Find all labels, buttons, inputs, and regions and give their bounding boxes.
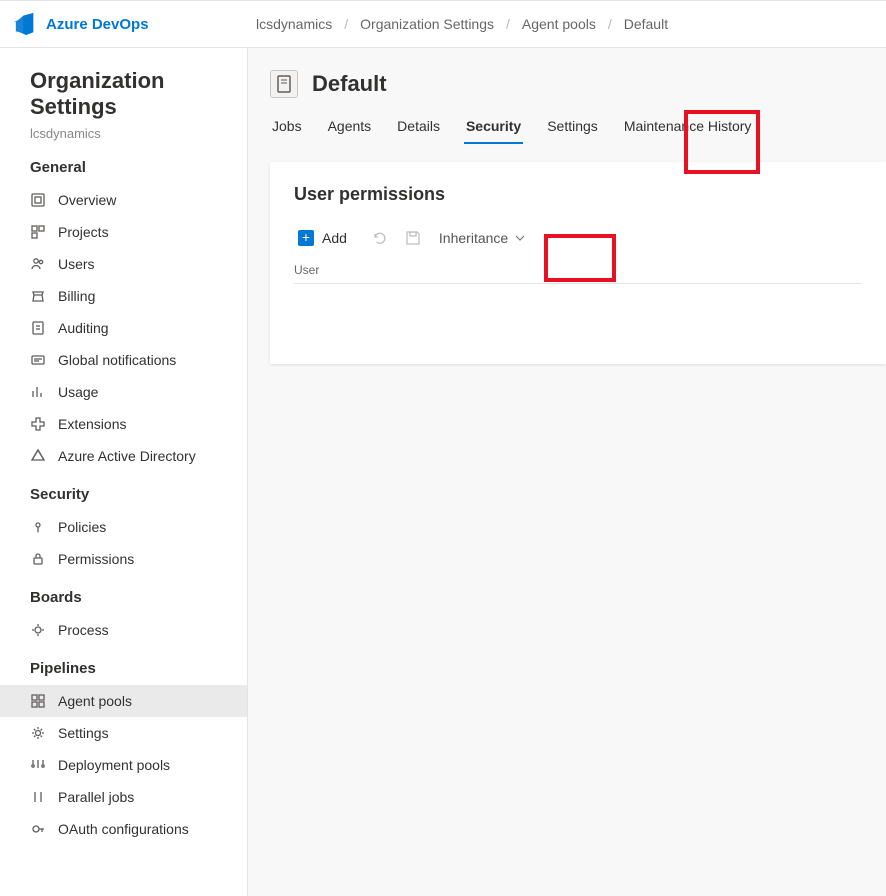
breadcrumbs: lcsdynamics / Organization Settings / Agent …	[256, 16, 668, 32]
extensions-icon	[30, 416, 46, 432]
save-icon[interactable]	[405, 230, 421, 246]
sidebar-section-heading: Boards	[0, 589, 247, 606]
tab-maintenance-history[interactable]: Maintenance History	[622, 112, 754, 144]
sidebar-title: Organization Settings	[30, 68, 231, 120]
sidebar-item-label: Agent pools	[58, 693, 132, 709]
sidebar-item-label: Global notifications	[58, 352, 176, 368]
sidebar-item-label: Deployment pools	[58, 757, 170, 773]
sidebar-item-process[interactable]: Process	[0, 614, 247, 646]
sidebar-item-global-notifications[interactable]: Global notifications	[0, 344, 247, 376]
brand[interactable]: Azure DevOps	[14, 13, 248, 35]
panel-heading: User permissions	[294, 184, 862, 205]
inheritance-dropdown[interactable]: Inheritance	[439, 230, 526, 246]
inheritance-label: Inheritance	[439, 230, 508, 246]
sidebar-item-label: Process	[58, 622, 109, 638]
sidebar-item-azure-active-directory[interactable]: Azure Active Directory	[0, 440, 247, 472]
breadcrumb-separator: /	[344, 16, 348, 32]
tab-security[interactable]: Security	[464, 112, 523, 144]
content-area: Default Jobs Agents Details Security Setting…	[248, 48, 886, 896]
sidebar-item-auditing[interactable]: Auditing	[0, 312, 247, 344]
sidebar-item-label: Billing	[58, 288, 95, 304]
overview-icon	[30, 192, 46, 208]
sidebar-section-heading: Pipelines	[0, 660, 247, 677]
agent-pools-icon	[30, 693, 46, 709]
tab-settings[interactable]: Settings	[545, 112, 600, 144]
sidebar-item-extensions[interactable]: Extensions	[0, 408, 247, 440]
chevron-down-icon	[514, 232, 526, 244]
add-button-label: Add	[322, 230, 347, 246]
policies-icon	[30, 519, 46, 535]
sidebar-subtitle[interactable]: lcsdynamics	[30, 126, 231, 141]
sidebar-item-oauth-configurations[interactable]: OAuth configurations	[0, 813, 247, 845]
permissions-icon	[30, 551, 46, 567]
sidebar-item-label: Overview	[58, 192, 116, 208]
sidebar-item-agent-pools[interactable]: Agent pools	[0, 685, 247, 717]
tab-details[interactable]: Details	[395, 112, 442, 144]
sidebar-item-permissions[interactable]: Permissions	[0, 543, 247, 575]
deployment-pools-icon	[30, 757, 46, 773]
sidebar-item-label: Users	[58, 256, 95, 272]
sidebar-section-heading: General	[0, 159, 247, 176]
usage-icon	[30, 384, 46, 400]
process-icon	[30, 622, 46, 638]
sidebar-item-policies[interactable]: Policies	[0, 511, 247, 543]
tab-jobs[interactable]: Jobs	[270, 112, 304, 144]
azure-devops-logo-icon	[14, 13, 36, 35]
pool-name: Default	[312, 71, 387, 97]
aad-icon	[30, 448, 46, 464]
parallel-jobs-icon	[30, 789, 46, 805]
sidebar-item-label: Permissions	[58, 551, 134, 567]
breadcrumb-item[interactable]: Organization Settings	[360, 16, 494, 32]
notifications-icon	[30, 352, 46, 368]
sidebar-item-billing[interactable]: Billing	[0, 280, 247, 312]
pool-tabs: Jobs Agents Details Security Settings Mainten…	[270, 112, 886, 144]
plus-icon	[298, 230, 314, 246]
users-icon	[30, 256, 46, 272]
panel-toolbar: Add Inheritance	[294, 223, 862, 253]
sidebar-item-users[interactable]: Users	[0, 248, 247, 280]
sidebar-section-heading: Security	[0, 486, 247, 503]
sidebar-item-overview[interactable]: Overview	[0, 184, 247, 216]
brand-name: Azure DevOps	[46, 16, 149, 33]
sidebar-item-settings[interactable]: Settings	[0, 717, 247, 749]
column-header-user: User	[294, 263, 862, 284]
auditing-icon	[30, 320, 46, 336]
sidebar-item-deployment-pools[interactable]: Deployment pools	[0, 749, 247, 781]
sidebar-item-projects[interactable]: Projects	[0, 216, 247, 248]
breadcrumb-separator: /	[506, 16, 510, 32]
oauth-icon	[30, 821, 46, 837]
billing-icon	[30, 288, 46, 304]
sidebar-item-label: OAuth configurations	[58, 821, 189, 837]
pool-icon	[270, 70, 298, 98]
sidebar-item-label: Policies	[58, 519, 106, 535]
sidebar-item-label: Auditing	[58, 320, 109, 336]
sidebar-item-label: Usage	[58, 384, 98, 400]
settings-icon	[30, 725, 46, 741]
sidebar-item-parallel-jobs[interactable]: Parallel jobs	[0, 781, 247, 813]
user-permissions-panel: User permissions Add Inheritance	[270, 162, 886, 364]
breadcrumb-separator: /	[608, 16, 612, 32]
breadcrumb-item[interactable]: Default	[624, 16, 668, 32]
sidebar: Organization Settings lcsdynamics Genera…	[0, 48, 248, 896]
breadcrumb-item[interactable]: Agent pools	[522, 16, 596, 32]
pool-header: Default	[270, 70, 886, 98]
projects-icon	[30, 224, 46, 240]
sidebar-item-label: Extensions	[58, 416, 126, 432]
top-nav: Azure DevOps lcsdynamics / Organization Se…	[0, 0, 886, 48]
breadcrumb-item[interactable]: lcsdynamics	[256, 16, 332, 32]
add-button[interactable]: Add	[294, 223, 353, 253]
sidebar-item-label: Azure Active Directory	[58, 448, 196, 464]
sidebar-item-label: Projects	[58, 224, 109, 240]
sidebar-item-label: Parallel jobs	[58, 789, 134, 805]
sidebar-item-usage[interactable]: Usage	[0, 376, 247, 408]
undo-icon[interactable]	[371, 230, 387, 246]
tab-agents[interactable]: Agents	[326, 112, 374, 144]
sidebar-item-label: Settings	[58, 725, 109, 741]
